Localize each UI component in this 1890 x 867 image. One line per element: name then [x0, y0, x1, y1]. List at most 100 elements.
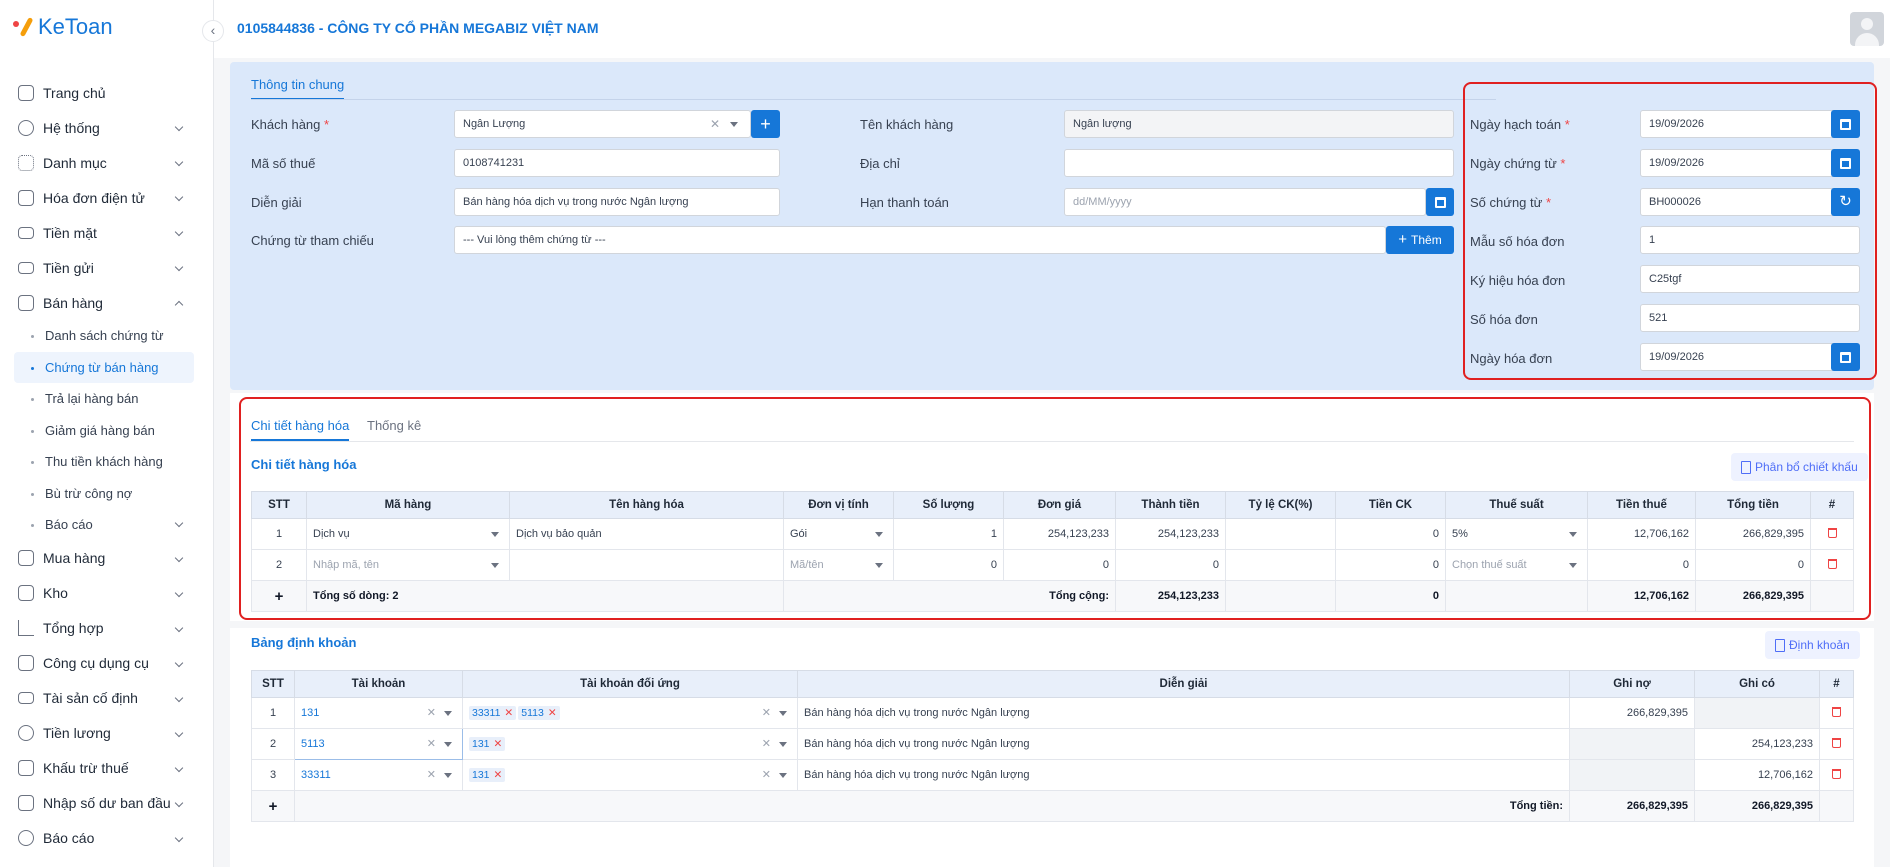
- contra-account-select[interactable]: 131 ✕ ✕: [462, 759, 798, 791]
- calendar-button[interactable]: [1831, 343, 1860, 371]
- posting-description[interactable]: Bán hàng hóa dịch vụ trong nước Ngân lượ…: [797, 697, 1570, 729]
- sub-item-bu-tru[interactable]: Bù trừ công nợ: [0, 478, 214, 510]
- remove-icon[interactable]: ✕: [494, 769, 503, 781]
- sidebar-item-mua-hang[interactable]: Mua hàng: [0, 541, 214, 576]
- accounting-date-input[interactable]: 19/09/2026: [1640, 110, 1842, 138]
- customer-select[interactable]: Ngân Lượng ✕: [454, 110, 751, 138]
- invoice-template-input[interactable]: 1: [1640, 226, 1860, 254]
- credit-input[interactable]: 12,706,162: [1694, 759, 1820, 791]
- amount-input[interactable]: 0: [1115, 549, 1226, 581]
- calendar-button[interactable]: [1831, 110, 1860, 138]
- sidebar-item-bao-cao[interactable]: Báo cáo: [0, 821, 214, 856]
- clear-icon[interactable]: ✕: [762, 737, 771, 750]
- invoice-number-input[interactable]: 521: [1640, 304, 1860, 332]
- sidebar-item-cong-cu[interactable]: Công cụ dụng cụ: [0, 646, 214, 681]
- delete-row-button[interactable]: [1810, 518, 1854, 550]
- sub-item-giam-gia[interactable]: Giảm giá hàng bán: [0, 415, 214, 447]
- add-reference-button[interactable]: + Thêm: [1386, 226, 1454, 254]
- delete-row-button[interactable]: [1819, 759, 1854, 791]
- clear-icon[interactable]: ✕: [427, 706, 436, 719]
- posting-description[interactable]: Bán hàng hóa dịch vụ trong nước Ngân lượ…: [797, 728, 1570, 760]
- voucher-date-input[interactable]: 19/09/2026: [1640, 149, 1842, 177]
- account-chip[interactable]: 131 ✕: [469, 737, 506, 751]
- sidebar-item-tien-gui[interactable]: Tiền gửi: [0, 250, 214, 285]
- refresh-button[interactable]: ↻: [1831, 188, 1860, 216]
- account-chip[interactable]: 33311 ✕: [469, 706, 517, 720]
- customer-name-input[interactable]: Ngân lượng: [1064, 110, 1454, 138]
- unit-select[interactable]: Mã/tên: [783, 549, 894, 581]
- amount-input[interactable]: 254,123,233: [1115, 518, 1226, 550]
- tab-chi-tiet-hang-hoa[interactable]: Chi tiết hàng hóa: [251, 418, 350, 441]
- discount-rate-input[interactable]: [1225, 518, 1336, 550]
- add-row-button[interactable]: +: [251, 580, 307, 612]
- discount-amount-input[interactable]: 0: [1335, 518, 1446, 550]
- sidebar-item-ban-hang[interactable]: Bán hàng: [0, 285, 214, 320]
- delete-row-button[interactable]: [1810, 549, 1854, 581]
- delete-row-button[interactable]: [1819, 697, 1854, 729]
- voucher-number-input[interactable]: BH000026: [1640, 188, 1842, 216]
- posting-description[interactable]: Bán hàng hóa dịch vụ trong nước Ngân lượ…: [797, 759, 1570, 791]
- vat-rate-select[interactable]: 5%: [1445, 518, 1588, 550]
- sidebar-item-hoa-don[interactable]: Hóa đơn điện tử: [0, 180, 214, 215]
- sidebar-item-danh-muc[interactable]: Danh mục: [0, 145, 214, 180]
- description-input[interactable]: Bán hàng hóa dịch vụ trong nước Ngân lượ…: [454, 188, 780, 216]
- avatar[interactable]: [1850, 12, 1884, 46]
- debit-input[interactable]: 266,829,395: [1569, 697, 1695, 729]
- item-name-input[interactable]: [509, 549, 784, 581]
- sub-item-tra-lai[interactable]: Trả lại hàng bán: [0, 383, 214, 415]
- clear-icon[interactable]: ✕: [427, 737, 436, 750]
- sidebar-item-tien-luong[interactable]: Tiền lương: [0, 716, 214, 751]
- sidebar-item-nhap-so-du[interactable]: Nhập số dư ban đầu: [0, 786, 214, 821]
- calendar-button[interactable]: [1831, 149, 1860, 177]
- clear-icon[interactable]: ✕: [710, 111, 720, 137]
- vat-rate-select[interactable]: Chọn thuế suất: [1445, 549, 1588, 581]
- contra-account-select[interactable]: 33311 ✕ 5113 ✕ ✕: [462, 697, 798, 729]
- due-date-calendar-button[interactable]: [1426, 188, 1454, 216]
- sub-item-bao-cao[interactable]: Báo cáo: [0, 509, 214, 541]
- clear-icon[interactable]: ✕: [762, 768, 771, 781]
- remove-icon[interactable]: ✕: [548, 707, 557, 719]
- account-chip[interactable]: 5113 ✕: [518, 706, 560, 720]
- add-customer-button[interactable]: +: [751, 110, 780, 138]
- sidebar-item-tien-mat[interactable]: Tiền mặt: [0, 215, 214, 250]
- credit-input[interactable]: 254,123,233: [1694, 728, 1820, 760]
- sidebar-item-tong-hop[interactable]: Tổng hợp: [0, 611, 214, 646]
- remove-icon[interactable]: ✕: [504, 707, 513, 719]
- sub-item-chung-tu-ban-hang[interactable]: Chứng từ bán hàng: [14, 351, 194, 383]
- item-name-input[interactable]: Dịch vụ bảo quản: [509, 518, 784, 550]
- sub-item-thu-tien[interactable]: Thu tiền khách hàng: [0, 446, 214, 478]
- invoice-symbol-input[interactable]: C25tgf: [1640, 265, 1860, 293]
- due-date-input[interactable]: dd/MM/yyyy: [1064, 188, 1426, 216]
- add-row-button[interactable]: +: [251, 790, 295, 822]
- item-code-select[interactable]: Dịch vụ: [306, 518, 510, 550]
- collapse-sidebar-button[interactable]: ‹: [202, 20, 224, 42]
- price-input[interactable]: 0: [1003, 549, 1116, 581]
- address-input[interactable]: [1064, 149, 1454, 177]
- clear-icon[interactable]: ✕: [427, 768, 436, 781]
- account-select[interactable]: 33311 ✕: [294, 759, 463, 791]
- item-code-select[interactable]: Nhập mã, tên: [306, 549, 510, 581]
- discount-allocation-button[interactable]: Phân bổ chiết khấu: [1731, 453, 1868, 481]
- sidebar-item-kho[interactable]: Kho: [0, 576, 214, 611]
- discount-rate-input[interactable]: [1225, 549, 1336, 581]
- unit-select[interactable]: Gói: [783, 518, 894, 550]
- quantity-input[interactable]: 0: [893, 549, 1004, 581]
- sidebar-item-he-thong[interactable]: Hệ thống: [0, 110, 214, 145]
- tab-thong-tin-chung[interactable]: Thông tin chung: [251, 77, 345, 100]
- logo[interactable]: KeToan: [12, 14, 113, 40]
- tab-thong-ke[interactable]: Thống kê: [367, 418, 421, 433]
- clear-icon[interactable]: ✕: [762, 706, 771, 719]
- discount-amount-input[interactable]: 0: [1335, 549, 1446, 581]
- reference-input[interactable]: --- Vui lòng thêm chứng từ ---: [454, 226, 1386, 254]
- contra-account-select[interactable]: 131 ✕ ✕: [462, 728, 798, 760]
- invoice-date-input[interactable]: 19/09/2026: [1640, 343, 1842, 371]
- account-select[interactable]: 5113 ✕: [294, 728, 463, 760]
- sidebar-item-tai-san[interactable]: Tài sản cố định: [0, 681, 214, 716]
- posting-button[interactable]: Định khoản: [1765, 631, 1860, 659]
- price-input[interactable]: 254,123,233: [1003, 518, 1116, 550]
- remove-icon[interactable]: ✕: [494, 738, 503, 750]
- quantity-input[interactable]: 1: [893, 518, 1004, 550]
- sub-item-danh-sach[interactable]: Danh sách chứng từ: [0, 320, 214, 352]
- sidebar-item-khau-tru[interactable]: Khấu trừ thuế: [0, 751, 214, 786]
- tax-code-input[interactable]: 0108741231: [454, 149, 780, 177]
